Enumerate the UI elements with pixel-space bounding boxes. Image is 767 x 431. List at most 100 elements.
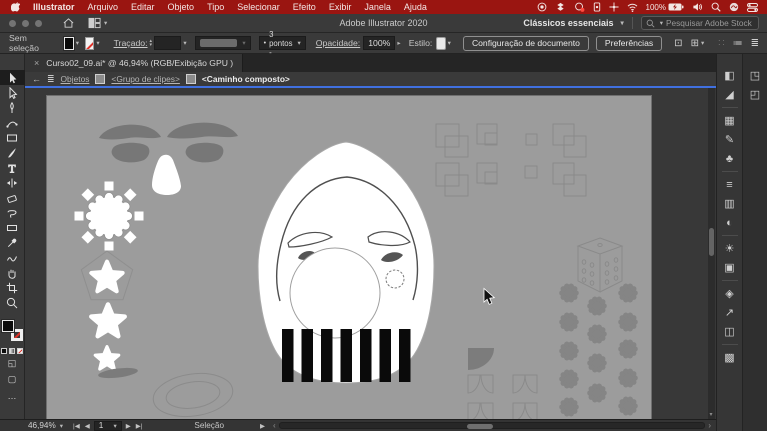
stroke-weight-field[interactable] (154, 36, 181, 50)
document-setup-button[interactable]: Configuração de documento (463, 36, 589, 51)
window-close-button[interactable] (9, 20, 16, 27)
chevron-down-icon[interactable]: ▾ (183, 39, 186, 47)
fit-window-icon[interactable]: ⊡ (674, 38, 682, 49)
arrange-documents-icon[interactable]: ⊞ (691, 38, 699, 49)
status-bar-menu-icon[interactable]: ▶ (260, 422, 265, 430)
menu-selecionar[interactable]: Selecionar (237, 2, 280, 12)
variable-width-profile-dropdown[interactable]: ▾ (195, 36, 251, 50)
spotlight-search-icon[interactable] (711, 2, 721, 12)
direct-selection-tool[interactable] (0, 85, 25, 100)
dropbox-icon[interactable] (555, 2, 566, 12)
layout-grid-icon[interactable] (88, 17, 102, 29)
menu-exibir[interactable]: Exibir (329, 2, 352, 12)
swatches-panel[interactable]: ▦ (724, 111, 734, 130)
screen-mode-icon[interactable]: ▢ (8, 373, 17, 386)
chevron-down-icon[interactable]: ▾ (701, 39, 704, 47)
horizontal-scrollbar[interactable] (279, 422, 706, 429)
gears-pattern[interactable] (559, 284, 638, 417)
chevron-down-icon[interactable]: ▾ (104, 19, 107, 27)
stock-search-input[interactable] (666, 18, 754, 28)
symbols-panel[interactable]: ♣ (726, 149, 733, 168)
eraser-tool[interactable] (0, 190, 25, 205)
snowflake-ornament[interactable] (75, 182, 144, 251)
align-icon[interactable]: ≔ (733, 38, 743, 49)
next-artboard-button[interactable]: ▶ (126, 422, 131, 430)
color-button[interactable] (1, 348, 7, 354)
first-artboard-button[interactable]: |◀ (73, 422, 80, 430)
draw-mode-icon[interactable]: ◱ (8, 357, 17, 370)
breadcrumb-clip-group[interactable]: <Grupo de clipes> (111, 74, 179, 84)
vertical-scrollbar-thumb[interactable] (709, 228, 714, 256)
zoom-tool[interactable] (0, 295, 25, 310)
artboards-panel[interactable]: ◫ (724, 322, 734, 341)
fill-color-swatch[interactable] (64, 37, 73, 50)
layers-panel[interactable]: ◈ (725, 284, 733, 303)
opacity-field[interactable]: 100% (363, 36, 395, 50)
artboard-canvas[interactable] (47, 96, 651, 419)
dice-sketch[interactable] (578, 238, 622, 292)
chevron-down-icon[interactable]: ▾ (76, 39, 79, 47)
graphic-style-swatch[interactable] (436, 37, 445, 50)
siri-icon[interactable] (729, 2, 739, 12)
eyedropper-tool[interactable] (0, 235, 25, 250)
workspace-switcher[interactable]: Clássicos essenciais ▾ (523, 18, 623, 28)
color-guide-panel[interactable]: ◢ (725, 85, 733, 104)
control-center-icon[interactable] (747, 3, 758, 12)
menu-efeito[interactable]: Efeito (293, 2, 316, 12)
menu-illustrator[interactable]: Illustrator (33, 2, 75, 12)
lasso-tool[interactable] (0, 205, 25, 220)
screen-mirroring-icon[interactable] (574, 2, 585, 12)
selection-tool[interactable] (0, 70, 25, 85)
chevron-down-icon[interactable]: ▾ (448, 39, 451, 47)
gradient-panel[interactable]: ▥ (724, 194, 734, 213)
home-icon[interactable] (62, 17, 75, 29)
squares-sketch[interactable] (436, 124, 586, 196)
leaves-sketch[interactable] (468, 348, 537, 419)
window-minimize-button[interactable] (22, 20, 29, 27)
brush-definition-dropdown[interactable]: •3 pontos -…▾ (259, 36, 306, 50)
device-lock-icon[interactable] (593, 2, 601, 12)
none-button[interactable] (17, 348, 23, 354)
scroll-left-icon[interactable]: ‹ (273, 421, 276, 430)
zoom-level[interactable]: 46,94% (28, 421, 56, 430)
location-icon[interactable] (609, 2, 619, 12)
artboard-tool[interactable] (0, 280, 25, 295)
stroke-weight-stepper[interactable]: ▴▾ (150, 39, 153, 48)
document-tab[interactable]: × Curso02_09.ai* @ 46,94% (RGB/Exibição … (25, 54, 243, 72)
graphic-styles-panel[interactable]: ▣ (724, 258, 734, 277)
stroke-color-swatch[interactable] (85, 37, 94, 50)
color-panel[interactable]: ◧ (724, 66, 734, 85)
width-tool[interactable] (0, 175, 25, 190)
properties-panel[interactable]: ◳ (750, 66, 760, 85)
shaper-tool[interactable] (0, 250, 25, 265)
face-artwork[interactable] (258, 142, 434, 383)
artboard[interactable] (47, 96, 651, 419)
vertical-scrollbar[interactable]: ▾ (708, 88, 715, 419)
menu-janela[interactable]: Janela (364, 2, 391, 12)
panel-menu-icon[interactable]: ≣ (751, 38, 759, 49)
stroke-panel[interactable]: ≡ (726, 175, 732, 194)
battery-indicator[interactable]: 100% (646, 3, 684, 12)
stock-search-box[interactable]: ▾ (641, 16, 759, 30)
window-zoom-button[interactable] (35, 20, 42, 27)
chevron-right-icon[interactable]: ▸ (397, 39, 400, 47)
menu-arquivo[interactable]: Arquivo (88, 2, 119, 12)
wifi-icon[interactable] (627, 3, 638, 12)
hand-tool[interactable] (0, 265, 25, 280)
libraries-panel[interactable]: ◰ (750, 85, 760, 104)
chevron-down-icon[interactable]: ▾ (707, 411, 715, 418)
pen-tool[interactable] (0, 100, 25, 115)
paintbrush-tool[interactable] (0, 145, 25, 160)
nose-shape[interactable] (152, 155, 181, 195)
artboard-number-field[interactable]: 1 ▾ (94, 421, 122, 431)
breadcrumb-objects[interactable]: Objetos (61, 74, 90, 84)
apple-menu-icon[interactable] (11, 2, 20, 13)
stars-group[interactable] (81, 251, 138, 380)
gradient-tool[interactable] (0, 220, 25, 235)
chevron-down-icon[interactable]: ▾ (113, 422, 116, 430)
asset-export-panel[interactable]: ▩ (724, 348, 734, 367)
scroll-right-icon[interactable]: › (708, 421, 711, 430)
rectangle-tool[interactable] (0, 130, 25, 145)
pasteboard[interactable]: ▾ (25, 88, 716, 419)
last-artboard-button[interactable]: ▶| (136, 422, 143, 430)
